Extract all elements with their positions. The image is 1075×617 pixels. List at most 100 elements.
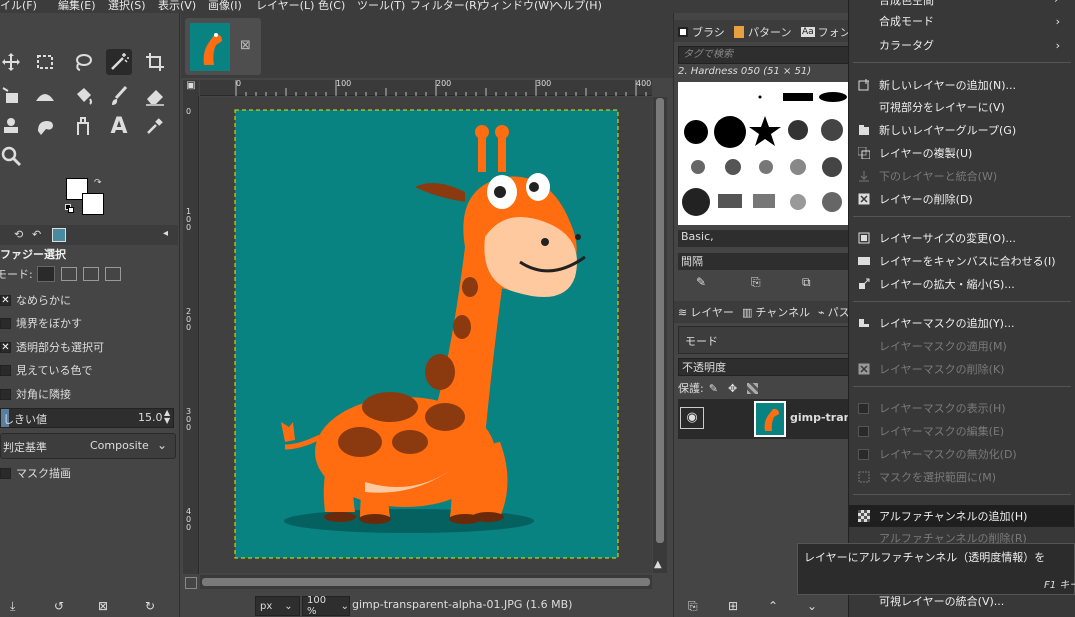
save-options-icon[interactable]: ⤓ [10,599,15,614]
quick-mask-corner-icon[interactable]: ▣ [183,80,199,96]
option-select-transparent[interactable]: ✕ 透明部分も選択可 [0,337,178,357]
threshold-slider[interactable]: しきい値 15.0 ▲ ▼ [0,408,174,428]
checkbox-icon[interactable] [0,467,11,479]
menu-item-disable-layer-mask[interactable]: レイヤーマスクの無効化(D) [849,443,1074,465]
menu-layer[interactable]: レイヤー(L) [256,0,314,13]
navigate-icon[interactable]: ▲ [654,559,662,570]
smudge-tool-icon[interactable] [32,113,58,139]
menu-item-new-layer-group[interactable]: 新しいレイヤーグループ(G) [849,119,1074,141]
lock-pixels-icon[interactable]: ✎ [709,382,718,395]
mode-add-button[interactable] [60,267,77,281]
zoom-fit-icon[interactable] [185,577,197,589]
mode-subtract-button[interactable] [82,267,99,281]
menu-item-add-alpha-channel[interactable]: アルファチャンネルの追加(H) [849,505,1074,527]
menu-item-new-from-visible[interactable]: 可視部分をレイヤーに(V) [849,96,1074,118]
horizontal-scrollbar[interactable] [200,575,652,589]
menu-item-new-layer[interactable]: 新しいレイヤーの追加(N)... [849,74,1074,96]
mode-intersect-button[interactable] [104,267,121,281]
background-color[interactable] [82,193,104,215]
menu-item-delete-layer-mask[interactable]: レイヤーマスクの削除(K) [849,358,1074,380]
checkbox-icon[interactable] [0,364,11,376]
menu-item-composite-mode[interactable]: 合成モード › [849,10,1074,32]
fuzzy-select-tool-icon[interactable] [106,49,132,75]
menu-tools[interactable]: ツール(T) [357,0,405,13]
text-tool-icon[interactable]: A [106,113,132,139]
tab-brushes[interactable]: ブラシ [678,22,725,42]
tag-search-input[interactable]: タグで検索 [678,46,854,64]
menu-item-scale-layer[interactable]: レイヤーの拡大・縮小(S)... [849,273,1074,295]
raise-layer-icon[interactable]: ⌃ [768,599,778,613]
menu-item-duplicate-layer[interactable]: レイヤーの複製(U) [849,142,1074,164]
lower-layer-icon[interactable]: ⌄ [807,599,817,613]
brush-preset-field[interactable]: Basic, [678,230,854,247]
tab-paths[interactable]: ⌁ パス [818,302,850,322]
checkbox-icon[interactable] [0,317,11,329]
menu-item-delete-layer[interactable]: レイヤーの削除(D) [849,188,1074,210]
option-draw-mask[interactable]: マスク描画 [0,463,178,483]
dodge-burn-tool-icon[interactable] [70,113,96,139]
bucket-fill-tool-icon[interactable] [70,83,96,109]
swap-colors-icon[interactable]: ↷ [94,178,104,188]
image-canvas[interactable] [200,97,652,573]
layer-row[interactable]: ◉ gimp-tran [678,399,854,439]
menu-item-apply-layer-mask[interactable]: レイヤーマスクの適用(M) [849,335,1074,357]
tab-patterns[interactable]: パターン [734,22,791,42]
option-antialias[interactable]: ✕ なめらかに [0,290,178,310]
eraser-tool-icon[interactable] [142,83,168,109]
device-status-tab-icon[interactable]: ⟲ [14,228,23,241]
brush-grid[interactable] [678,82,854,225]
menu-windows[interactable]: ウィンドウ(W) [479,0,553,13]
unit-combo[interactable]: px ⌄ [255,596,300,616]
menu-item-composite-space[interactable]: 合成色空間 [879,0,934,8]
lasso-tool-icon[interactable] [70,49,96,75]
eye-icon[interactable]: ◉ [680,407,704,429]
paintbrush-tool-icon[interactable] [106,83,132,109]
spacing-slider[interactable]: 間隔 [678,253,854,270]
crop-tool-icon[interactable] [142,49,168,75]
layer-name[interactable]: gimp-tran [790,411,851,424]
criterion-combo[interactable]: 判定基準 Composite ⌄ [0,433,176,459]
menu-edit[interactable]: 編集(E) [58,0,96,13]
zoom-tool-icon[interactable] [0,143,24,169]
close-tab-icon[interactable]: ⊠ [240,38,251,53]
menu-item-layer-to-image-size[interactable]: レイヤーをキャンバスに合わせる(I) [849,250,1074,272]
image-tab[interactable]: ⊠ [185,18,261,75]
color-picker-tool-icon[interactable] [142,113,168,139]
menu-file[interactable]: イル(F) [0,0,37,13]
scroll-thumb[interactable] [656,98,664,543]
menu-item-add-layer-mask[interactable]: レイヤーマスクの追加(Y)... [849,312,1074,334]
menu-item-merge-down[interactable]: 下のレイヤーと統合(W) [849,165,1074,187]
restore-options-icon[interactable]: ↺ [54,599,64,613]
checkbox-icon[interactable]: ✕ [0,294,11,306]
default-colors-icon[interactable] [65,204,75,214]
menu-help[interactable]: ヘルプ(H) [552,0,602,13]
tab-channels[interactable]: ▥ チャンネル [742,302,810,322]
panel-menu-icon[interactable]: ◂ [163,228,168,239]
rect-select-tool-icon[interactable] [32,49,58,75]
menu-item-mask-to-selection[interactable]: マスクを選択範囲に(M) [849,466,1074,488]
vertical-scrollbar[interactable]: ▲ [653,97,667,573]
tab-layers[interactable]: ≋ レイヤー [678,302,734,322]
mode-replace-button[interactable] [36,266,55,282]
menu-image[interactable]: 画像(I) [208,0,242,13]
undo-history-tab-icon[interactable]: ↶ [32,228,41,241]
layer-mode-combo[interactable]: モード [678,326,854,354]
checkbox-icon[interactable] [0,388,11,400]
layer-opacity-slider[interactable]: 不透明度 [678,358,854,376]
menu-item-color-tag[interactable]: カラータグ › [849,34,1074,56]
transform-tool-icon[interactable] [0,83,24,109]
scroll-thumb[interactable] [202,578,650,586]
menu-item-layer-boundary-size[interactable]: レイヤーサイズの変更(O)... [849,227,1074,249]
lock-alpha-icon[interactable] [747,382,759,394]
menu-filters[interactable]: フィルター(R) [410,0,481,13]
option-sample-merged[interactable]: 見えている色で [0,360,178,380]
edit-brush-icon[interactable]: ✎ [696,275,706,289]
option-diagonal[interactable]: 対角に隣接 [0,384,178,404]
menu-select[interactable]: 選択(S) [108,0,146,13]
clone-tool-icon[interactable] [0,113,24,139]
menu-view[interactable]: 表示(V) [158,0,196,13]
reset-options-icon[interactable]: ↻ [145,599,155,613]
canvas-view[interactable] [200,97,652,573]
duplicate-brush-icon[interactable]: ⧉ [802,275,811,290]
move-tool-icon[interactable] [0,49,24,75]
